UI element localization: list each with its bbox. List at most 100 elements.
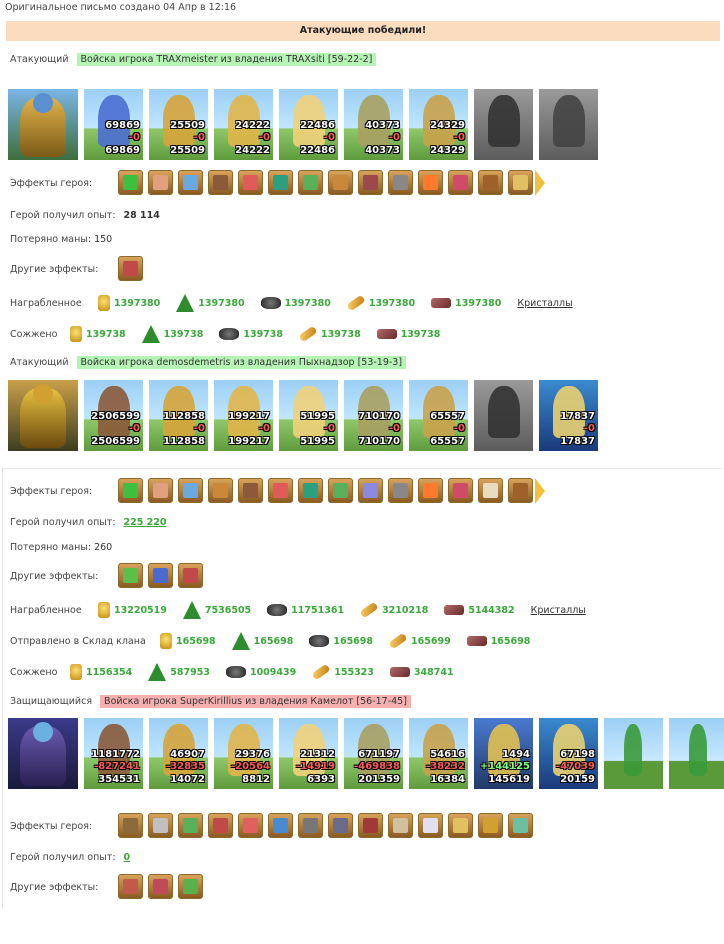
skull-icon[interactable] xyxy=(148,813,173,838)
hand-icon[interactable] xyxy=(178,170,203,195)
tower-slot[interactable] xyxy=(604,718,663,789)
scroll-right-icon[interactable] xyxy=(535,478,545,504)
sword-icon[interactable] xyxy=(118,170,143,195)
fortress-icon[interactable] xyxy=(238,478,263,503)
amulet-icon[interactable] xyxy=(328,813,353,838)
banner-icon[interactable] xyxy=(148,563,173,588)
unit-count-before: 29376 xyxy=(235,749,270,760)
golden-sword-icon[interactable] xyxy=(508,170,533,195)
unit-slot-empty[interactable] xyxy=(474,380,533,451)
sword-icon[interactable] xyxy=(118,478,143,503)
unit-slot[interactable]: 199217 -0 199217 xyxy=(214,380,273,451)
crystal-icon xyxy=(376,329,397,339)
helmet-icon[interactable] xyxy=(388,813,413,838)
hand-icon[interactable] xyxy=(178,478,203,503)
crossbow-icon[interactable] xyxy=(508,478,533,503)
handshake-icon[interactable] xyxy=(148,170,173,195)
sword-attack-icon[interactable] xyxy=(118,256,143,281)
hero-portrait[interactable] xyxy=(8,380,78,451)
unit-slot[interactable]: 69869 -0 69869 xyxy=(84,89,143,160)
demon-icon[interactable] xyxy=(358,813,383,838)
potion-icon[interactable] xyxy=(238,813,263,838)
scroll-icon[interactable] xyxy=(178,813,203,838)
unit-slot[interactable]: 710170 -0 710170 xyxy=(344,380,403,451)
unit-count-before: 65557 xyxy=(430,411,465,422)
unit-slot[interactable]: 671197 -469838 201359 xyxy=(344,718,403,789)
trophy-icon[interactable] xyxy=(478,813,503,838)
tent-icon[interactable] xyxy=(478,478,503,503)
unit-slot[interactable]: 1181772 -827241 354531 xyxy=(84,718,143,789)
exp-value[interactable]: 0 xyxy=(124,852,131,863)
resource-value: 139738 xyxy=(243,328,284,340)
resource-value: 13220519 xyxy=(114,604,167,616)
orb-icon[interactable] xyxy=(268,813,293,838)
hero-portrait[interactable] xyxy=(8,89,78,160)
ladder-icon[interactable] xyxy=(118,813,143,838)
ore-icon xyxy=(225,666,246,678)
dice-icon[interactable] xyxy=(238,170,263,195)
web-icon[interactable] xyxy=(388,478,413,503)
resource-value: 165698 xyxy=(253,635,294,647)
shield-icon[interactable] xyxy=(268,170,293,195)
unit-slot[interactable]: 21312 -14919 6393 xyxy=(279,718,338,789)
shield-icon[interactable] xyxy=(298,478,323,503)
tower-slot[interactable] xyxy=(669,718,724,789)
unit-slot[interactable]: 54616 -38232 16384 xyxy=(409,718,468,789)
exp-value[interactable]: 225 220 xyxy=(124,517,167,528)
unit-slot[interactable]: 51995 -0 51995 xyxy=(279,380,338,451)
resource-value: 587953 xyxy=(170,666,210,678)
unit-count-change: -0 xyxy=(453,132,465,143)
unit-slot[interactable]: 22486 -0 22486 xyxy=(279,89,338,160)
helmet-icon[interactable] xyxy=(358,170,383,195)
unit-slot[interactable]: 29376 -20564 8812 xyxy=(214,718,273,789)
unit-slot[interactable]: 112858 -0 112858 xyxy=(149,380,208,451)
fist-icon[interactable] xyxy=(208,478,233,503)
sword-break-icon[interactable] xyxy=(148,874,173,899)
shield-hand-icon[interactable] xyxy=(298,170,323,195)
dragon-icon[interactable] xyxy=(358,478,383,503)
fist-icon[interactable] xyxy=(328,170,353,195)
unit-slot[interactable]: 40373 -0 40373 xyxy=(344,89,403,160)
unit-slot-empty[interactable] xyxy=(474,89,533,160)
crystals-link[interactable]: Кристаллы xyxy=(517,298,572,309)
bow-icon[interactable] xyxy=(478,170,503,195)
fire-icon[interactable] xyxy=(418,478,443,503)
unit-slot-empty[interactable] xyxy=(539,89,598,160)
xp-icon[interactable] xyxy=(118,563,143,588)
sword-attack-icon[interactable] xyxy=(178,563,203,588)
unit-slot[interactable]: 25509 -0 25509 xyxy=(149,89,208,160)
axe-icon[interactable] xyxy=(448,478,473,503)
unit-slot[interactable]: 17837 -0 17837 xyxy=(539,380,598,451)
resource-value: 139738 xyxy=(400,328,441,340)
unit-slot[interactable]: 65557 -0 65557 xyxy=(409,380,468,451)
ghost-icon[interactable] xyxy=(418,813,443,838)
sword-icon[interactable] xyxy=(208,813,233,838)
banner-down-icon[interactable] xyxy=(178,874,203,899)
unit-slot[interactable]: 46907 -32835 14072 xyxy=(149,718,208,789)
resource-value: 165698 xyxy=(333,635,374,647)
web-icon[interactable] xyxy=(388,170,413,195)
dice-icon[interactable] xyxy=(268,478,293,503)
shield-break-icon[interactable] xyxy=(118,874,143,899)
handshake-icon[interactable] xyxy=(148,478,173,503)
unit-count-after: 354531 xyxy=(98,774,140,785)
hero-portrait[interactable] xyxy=(8,718,78,789)
unit-slot[interactable]: 2506599 -0 2506599 xyxy=(84,380,143,451)
wolf-icon[interactable] xyxy=(298,813,323,838)
gem-icon[interactable] xyxy=(508,813,533,838)
shield-hand-icon[interactable] xyxy=(328,478,353,503)
unit-slot[interactable]: 24222 -0 24222 xyxy=(214,89,273,160)
unit-slot[interactable]: 67198 -47039 20159 xyxy=(539,718,598,789)
unit-slot[interactable]: 24329 -0 24329 xyxy=(409,89,468,160)
resource-value: 1397380 xyxy=(455,297,502,309)
mana-row: Потеряно маны: 150 xyxy=(10,233,113,245)
fire-icon[interactable] xyxy=(418,170,443,195)
crystals-link[interactable]: Кристаллы xyxy=(531,605,586,616)
scroll-right-icon[interactable] xyxy=(535,170,545,196)
golden-sword-icon[interactable] xyxy=(448,813,473,838)
unit-count-after: 16384 xyxy=(430,774,465,785)
unit-slot[interactable]: 1494 +144125 145619 xyxy=(474,718,533,789)
axe-icon[interactable] xyxy=(448,170,473,195)
fortress-icon[interactable] xyxy=(208,170,233,195)
attacker-2-army: 2506599 -0 2506599 112858 -0 112858 199217 -0… xyxy=(8,380,604,451)
